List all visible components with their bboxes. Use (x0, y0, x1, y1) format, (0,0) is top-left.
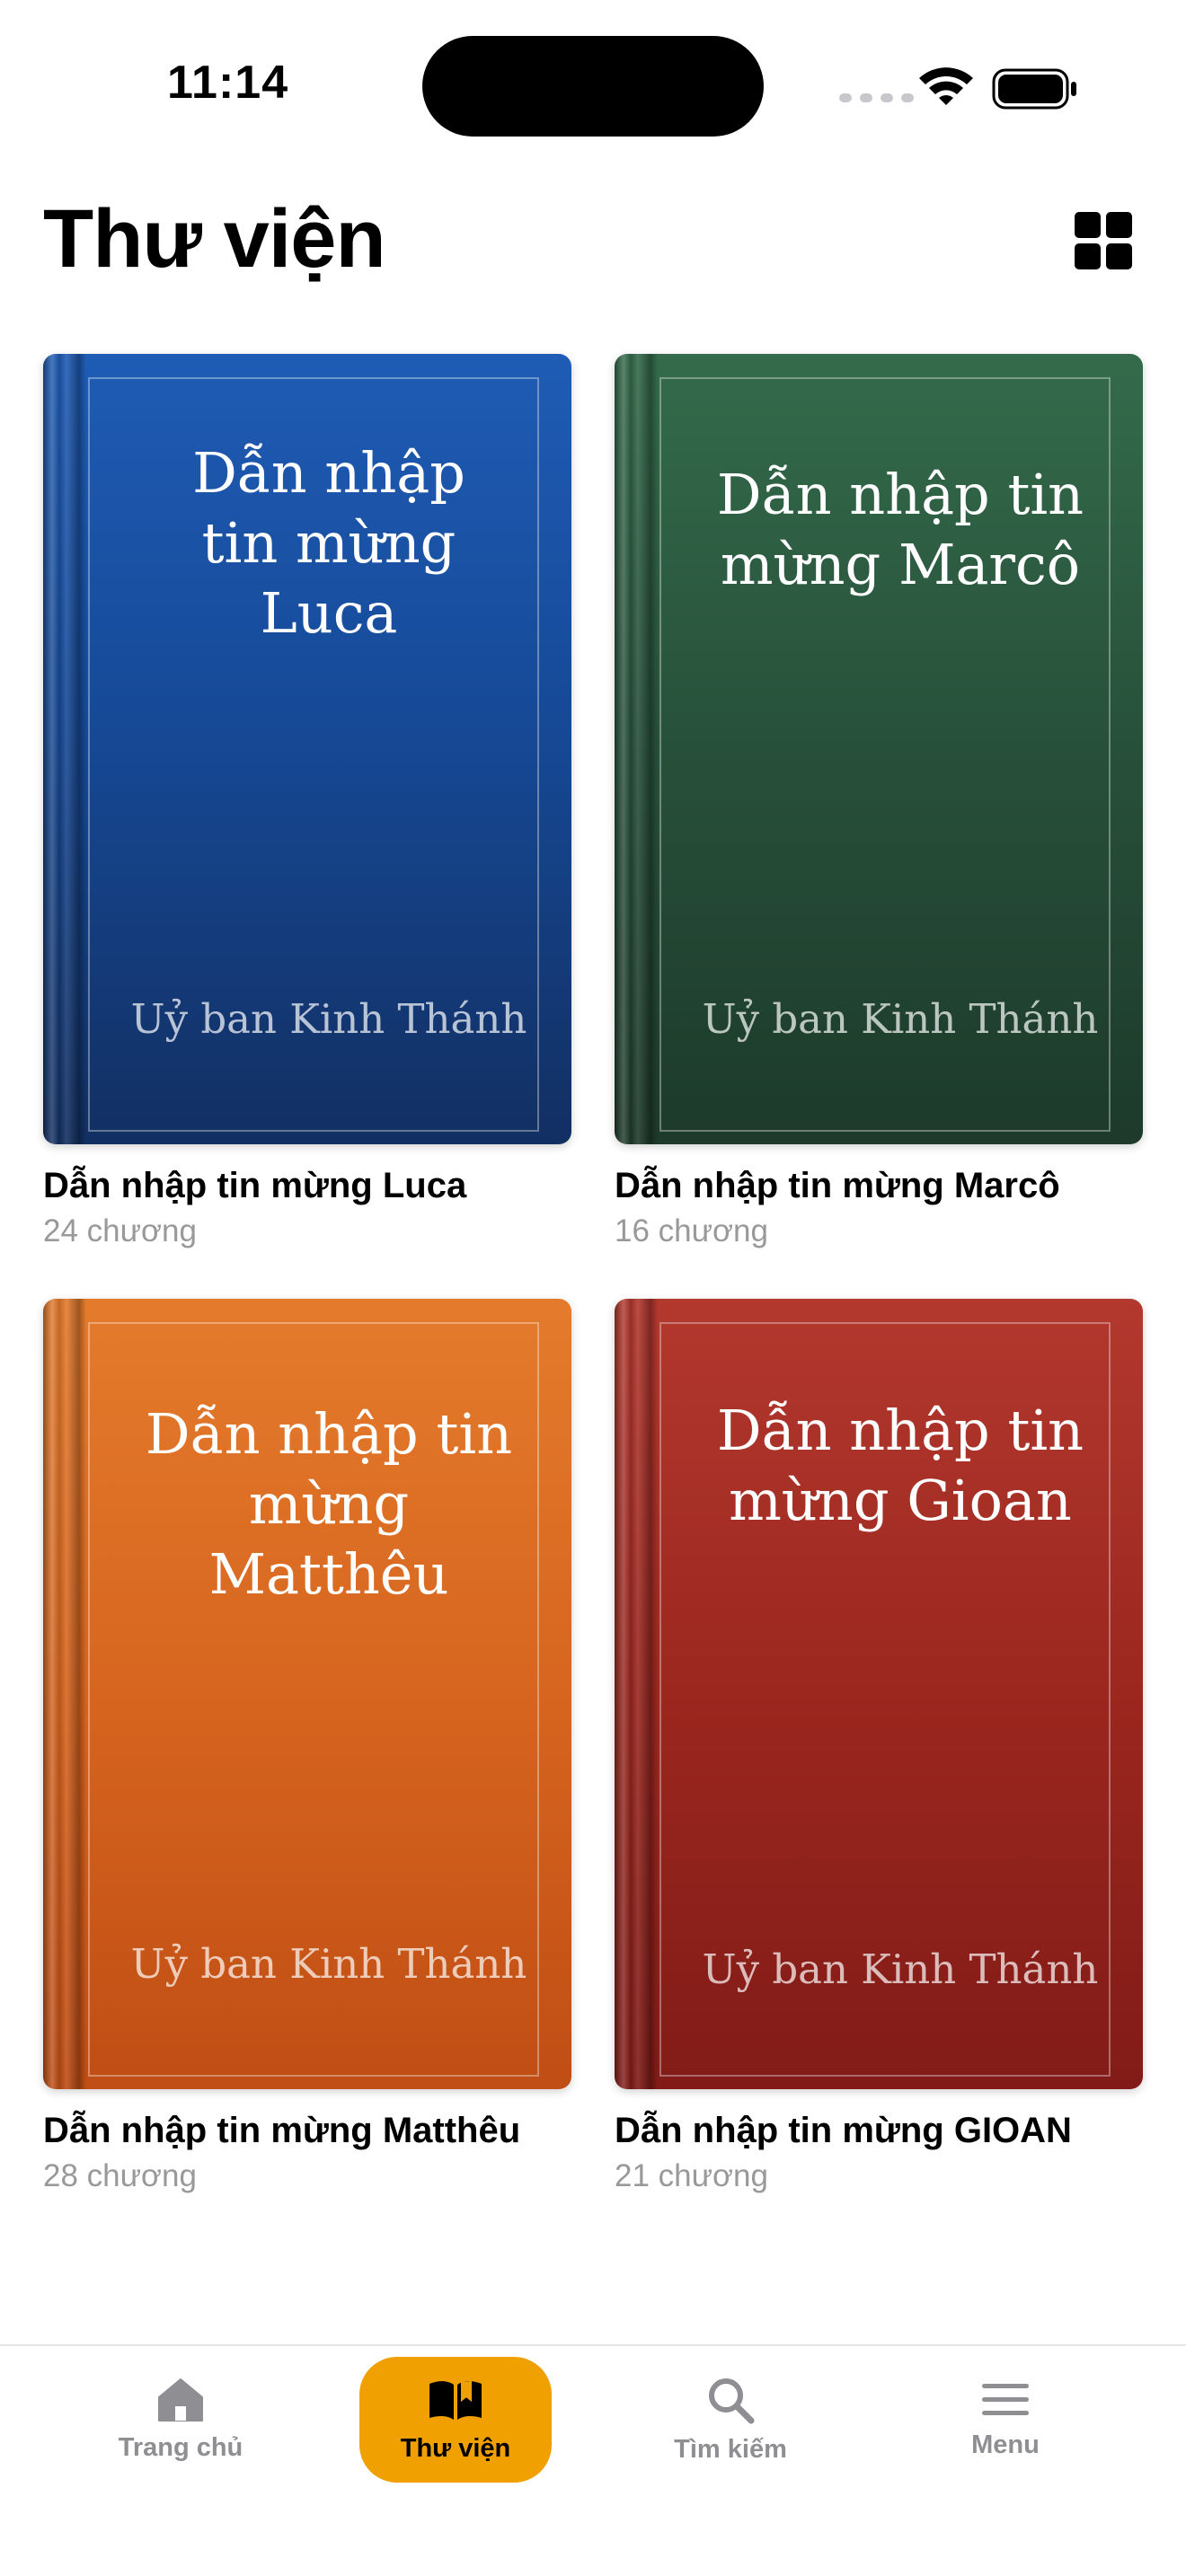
menu-icon (982, 2383, 1029, 2415)
book-title[interactable]: Dẫn nhập tin mừng Matthêu (43, 2111, 571, 2151)
tab-library[interactable]: Thư viện (359, 2357, 552, 2483)
book-cover[interactable]: Dẫn nhập tin mừng Matthêu Uỷ ban Kinh Th… (43, 1299, 571, 2089)
page-title: Thư viện (43, 193, 386, 285)
grid-icon[interactable] (1075, 212, 1132, 269)
book-spine (43, 1299, 86, 2089)
book-cover[interactable]: Dẫn nhập tin mừng Gioan Uỷ ban Kinh Thán… (615, 1299, 1143, 2089)
library-screen: 11:14 Thư viện Dẫn nhập tin mừng Luca Uỷ… (0, 0, 1186, 2576)
book-spine (615, 1299, 658, 2089)
book-cover[interactable]: Dẫn nhập tin mừng Luca Uỷ ban Kinh Thánh (43, 354, 571, 1144)
book-card[interactable]: Dẫn nhập tin mừng Luca Uỷ ban Kinh Thánh… (43, 354, 571, 1249)
wifi-icon (919, 67, 973, 105)
book-title[interactable]: Dẫn nhập tin mừng Luca (43, 1166, 571, 1206)
cover-author: Uỷ ban Kinh Thánh (130, 1940, 527, 1988)
cover-title: Dẫn nhập tin mừng Luca (192, 440, 465, 646)
home-icon (158, 2378, 203, 2422)
chapter-count: 21 chương (615, 2158, 768, 2193)
book-spine (615, 354, 658, 1144)
cover-author: Uỷ ban Kinh Thánh (702, 995, 1099, 1043)
chapter-count: 28 chương (43, 2158, 197, 2193)
book-title[interactable]: Dẫn nhập tin mừng Marcô (615, 1166, 1143, 1206)
tab-search[interactable]: Tìm kiếm (634, 2357, 827, 2483)
book-icon (429, 2380, 482, 2420)
book-card[interactable]: Dẫn nhập tin mừng Marcô Uỷ ban Kinh Thán… (615, 354, 1143, 1249)
tab-label: Menu (971, 2430, 1040, 2459)
tab-home[interactable]: Trang chủ (84, 2357, 277, 2483)
book-spine (43, 354, 86, 1144)
tab-menu[interactable]: Menu (909, 2357, 1102, 2483)
dynamic-island (422, 36, 764, 137)
book-cover[interactable]: Dẫn nhập tin mừng Marcô Uỷ ban Kinh Thán… (615, 354, 1143, 1144)
search-icon (709, 2378, 755, 2423)
chapter-count: 24 chương (43, 1213, 197, 1248)
cover-title: Dẫn nhập tin mừng Marcô (716, 462, 1084, 597)
book-card[interactable]: Dẫn nhập tin mừng Matthêu Uỷ ban Kinh Th… (43, 1299, 571, 2194)
cover-title: Dẫn nhập tin mừng Matthêu (145, 1401, 513, 1607)
status-time: 11:14 (167, 57, 289, 109)
tab-bar: Trang chủ Thư viện Tìm kiếm Menu (0, 2344, 1186, 2576)
tab-label: Trang chủ (118, 2432, 243, 2462)
cover-author: Uỷ ban Kinh Thánh (702, 1945, 1099, 1993)
cover-author: Uỷ ban Kinh Thánh (130, 995, 527, 1043)
cellular-signal-icon (839, 93, 914, 102)
chapter-count: 16 chương (615, 1213, 768, 1248)
battery-icon (992, 68, 1076, 110)
tab-label: Tìm kiếm (674, 2434, 787, 2464)
tab-label: Thư viện (400, 2433, 511, 2463)
book-title[interactable]: Dẫn nhập tin mừng GIOAN (615, 2111, 1143, 2151)
book-card[interactable]: Dẫn nhập tin mừng Gioan Uỷ ban Kinh Thán… (615, 1299, 1143, 2194)
cover-title: Dẫn nhập tin mừng Gioan (716, 1398, 1084, 1533)
